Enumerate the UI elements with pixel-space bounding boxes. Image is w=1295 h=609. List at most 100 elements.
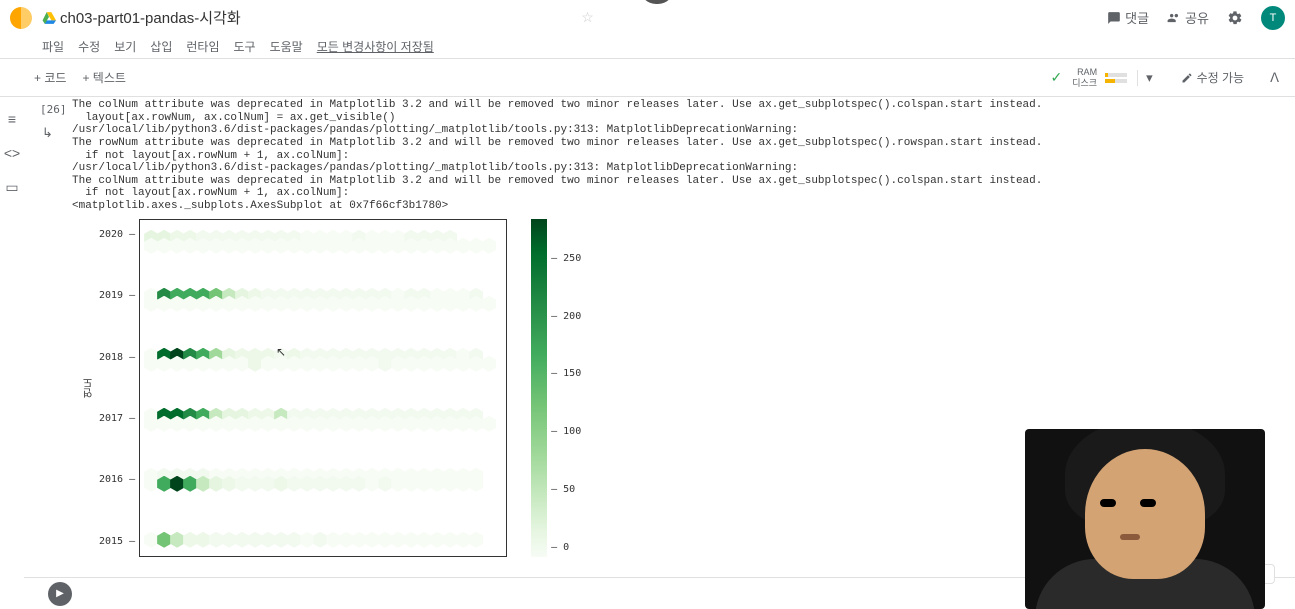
hex-bin: [365, 532, 379, 548]
hex-bin: [404, 296, 418, 312]
hex-bin: [287, 356, 301, 372]
colorbar-ticks: – 250– 200– 150– 100– 50– 0: [547, 219, 581, 557]
hex-bin: [287, 416, 301, 432]
hex-bin: [339, 296, 353, 312]
collapse-toolbar[interactable]: ᐱ: [1264, 70, 1285, 86]
hex-bin: [378, 356, 392, 372]
menu-tools[interactable]: 도구: [234, 38, 256, 55]
toc-icon[interactable]: ≡: [8, 111, 16, 127]
header: ch03-part01-pandas-시각화 ☆ 댓글 공유 T: [0, 0, 1295, 35]
hex-bin: [157, 416, 171, 432]
hex-bin: [209, 532, 223, 548]
files-icon[interactable]: ▭: [5, 179, 18, 196]
hex-bin: [196, 356, 210, 372]
hex-bin: [469, 532, 483, 548]
notebook-title[interactable]: ch03-part01-pandas-시각화: [60, 7, 573, 28]
menu-runtime[interactable]: 런타임: [186, 38, 219, 55]
hex-bin: [417, 476, 431, 492]
comments-button[interactable]: 댓글: [1107, 8, 1149, 27]
colab-logo: [10, 7, 32, 29]
hex-bin: [248, 476, 262, 492]
hex-bin: [378, 532, 392, 548]
hex-bin: [248, 238, 262, 254]
resource-labels: RAM 디스크: [1072, 67, 1101, 89]
hex-bin: [222, 416, 236, 432]
code-snippets-icon[interactable]: <>: [4, 145, 20, 161]
hex-bin: [391, 532, 405, 548]
hex-bin: [170, 532, 184, 548]
hex-bin: [222, 296, 236, 312]
hex-bin: [417, 356, 431, 372]
hex-bin: [196, 532, 210, 548]
hex-bin: [443, 416, 457, 432]
hex-bin: [222, 532, 236, 548]
cell-number: [26]: [40, 103, 67, 116]
hex-bin: [235, 476, 249, 492]
hex-bin: [261, 238, 275, 254]
hex-row: [144, 238, 495, 254]
hex-bin: [274, 356, 288, 372]
hex-bin: [274, 238, 288, 254]
hex-bin: [326, 356, 340, 372]
y-tick: 2015 –: [99, 536, 135, 547]
hex-bin: [404, 476, 418, 492]
add-code-button[interactable]: + 코드: [34, 69, 66, 86]
cell-run-icon[interactable]: ↳: [42, 125, 53, 141]
hex-bin: [222, 476, 236, 492]
star-icon[interactable]: ☆: [581, 9, 594, 26]
hex-bin: [378, 238, 392, 254]
gear-icon[interactable]: [1227, 10, 1243, 26]
hex-bin: [183, 356, 197, 372]
menu-file[interactable]: 파일: [42, 38, 64, 55]
hex-bin: [482, 356, 496, 372]
edit-mode-button[interactable]: 수정 가능: [1171, 69, 1255, 86]
webcam-overlay: [1025, 429, 1265, 609]
menu-edit[interactable]: 수정: [78, 38, 100, 55]
hex-bin: [144, 476, 158, 492]
hex-bin: [352, 476, 366, 492]
hex-bin: [430, 416, 444, 432]
hex-bin: [196, 296, 210, 312]
hex-row: [144, 416, 495, 432]
hex-bin: [144, 238, 158, 254]
resource-bars[interactable]: [1105, 73, 1127, 83]
hex-bin: [430, 238, 444, 254]
y-axis-label: 연도: [82, 378, 97, 398]
run-button[interactable]: ▶: [48, 582, 72, 606]
colorbar-tick: – 50: [551, 484, 581, 495]
colorbar-tick: – 200: [551, 311, 581, 322]
hex-row: [144, 356, 495, 372]
hex-bin: [170, 356, 184, 372]
hex-bin: [287, 296, 301, 312]
hex-bin: [482, 416, 496, 432]
hex-bin: [417, 296, 431, 312]
menu-help[interactable]: 도움말: [270, 38, 303, 55]
hex-bin: [261, 416, 275, 432]
add-text-button[interactable]: + 텍스트: [82, 69, 125, 86]
y-tick: 2017 –: [99, 413, 135, 424]
ram-label: RAM: [1072, 67, 1097, 78]
menu-insert[interactable]: 삽입: [150, 38, 172, 55]
hex-bin: [443, 238, 457, 254]
avatar[interactable]: T: [1261, 6, 1285, 30]
hex-bin: [352, 356, 366, 372]
hex-bin: [274, 532, 288, 548]
share-button[interactable]: 공유: [1167, 8, 1209, 27]
hex-bin: [209, 238, 223, 254]
hex-bin: [378, 476, 392, 492]
hex-bin: [417, 238, 431, 254]
hex-bin: [261, 296, 275, 312]
hex-row: [144, 296, 495, 312]
hex-bin: [326, 476, 340, 492]
menu-saved-status[interactable]: 모든 변경사항이 저장됨: [317, 38, 434, 55]
hex-bin: [300, 356, 314, 372]
hex-bin: [339, 416, 353, 432]
y-ticks: 2020 –2019 –2018 –2017 –2016 –2015 –: [99, 219, 139, 557]
resource-dropdown[interactable]: ▾: [1137, 70, 1161, 86]
hex-bin: [456, 416, 470, 432]
hex-bin: [313, 356, 327, 372]
hex-bin: [183, 476, 197, 492]
menu-view[interactable]: 보기: [114, 38, 136, 55]
hex-bin: [456, 238, 470, 254]
hex-bin: [391, 416, 405, 432]
